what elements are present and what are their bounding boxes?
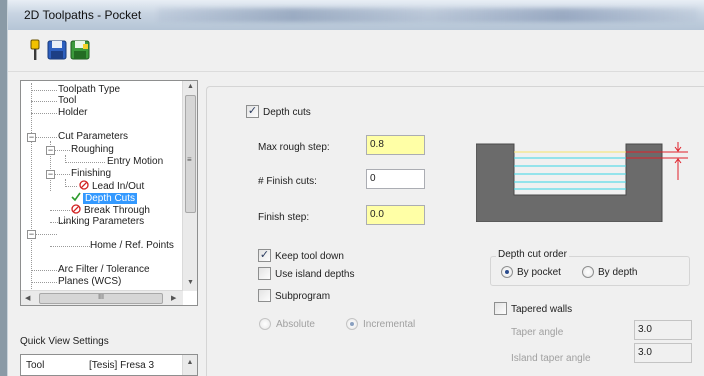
tree-item-roughing[interactable]: Roughing [71,144,114,156]
tree-item-label: Lead In/Out [92,181,145,192]
keep-tool-down-label: Keep tool down [275,251,344,262]
tree-item-planes[interactable]: Planes (WCS) [58,276,121,288]
quick-view-key: Tool [26,360,45,371]
finish-cuts-input[interactable]: 0 [366,169,425,189]
subprogram-checkbox[interactable] [258,289,271,302]
title-bar: 2D Toolpaths - Pocket [8,0,704,30]
quick-view-title: Quick View Settings [20,336,109,347]
tree-item-cut-parameters[interactable]: Cut Parameters [58,131,128,143]
toolpath-pin-icon[interactable] [24,38,46,62]
incremental-label: Incremental [363,319,416,330]
tree-connector [65,186,77,187]
disabled-circle-icon [71,204,81,214]
by-depth-label: By depth [598,267,638,278]
tree-item-linking-parameters[interactable]: Linking Parameters [58,216,144,228]
tree-item-lead-in-out[interactable]: Lead In/Out [79,180,144,192]
tree-connector [65,162,105,163]
taper-angle-input[interactable]: 3.0 [634,320,692,340]
depth-cuts-panel: ✓ Depth cuts Max rough step: 0.8 # Finis… [204,72,704,376]
island-taper-angle-input[interactable]: 3.0 [634,343,692,363]
tree-connector [31,282,57,283]
by-depth-radio[interactable] [582,266,594,278]
scroll-grip: III [98,294,104,301]
subprogram-label: Subprogram [275,291,331,302]
depth-cuts-label: Depth cuts [263,107,311,118]
quick-view-value: [Tesis] Fresa 3 [89,360,155,371]
tree-connector [31,113,57,114]
tree-item-tool[interactable]: Tool [58,95,76,107]
tree-connector [31,270,57,271]
toolbar [8,30,704,72]
scroll-left-icon[interactable]: ◀ [25,294,30,302]
tree-item-break-through[interactable]: Break Through [71,204,150,216]
tree-connector [31,101,57,102]
finish-step-label: Finish step: [258,212,310,223]
use-island-depths-label: Use island depths [275,269,355,280]
tree-horizontal-scrollbar[interactable]: ◀ III ▶ [21,290,183,305]
depth-cuts-groupbox [206,86,704,376]
scroll-up-icon[interactable]: ▲ [182,355,197,375]
max-rough-step-label: Max rough step: [258,142,330,153]
island-taper-angle-label: Island taper angle [511,353,591,364]
max-rough-step-input[interactable]: 0.8 [366,135,425,155]
tree-item-entry-motion[interactable]: Entry Motion [107,156,163,168]
tree-item-depth-cuts[interactable]: Depth Cuts [71,192,138,204]
scroll-grip-icon: ≡ [187,155,192,164]
depth-cuts-diagram [475,142,688,223]
tree-connector [31,83,32,293]
finish-step-input[interactable]: 0.0 [366,205,425,225]
parameter-tree: − − − − Toolpath Type Tool Holder Cut Pa… [20,80,198,306]
tree-vertical-scrollbar[interactable]: ▲ ≡ ▼ [182,81,197,291]
tree-item-arc-filter[interactable]: Arc Filter / Tolerance [58,264,150,276]
tree-connector [31,90,57,91]
tree-item-holder[interactable]: Holder [58,107,87,119]
window-left-edge [0,0,8,376]
use-island-depths-checkbox[interactable] [258,267,271,280]
pocket-depth-diagram [475,142,688,223]
quick-view-list: Tool [Tesis] Fresa 3 ▲ [20,354,198,376]
scroll-down-icon[interactable]: ▼ [187,279,194,286]
window-title: 2D Toolpaths - Pocket [24,8,142,22]
scroll-right-icon[interactable]: ▶ [171,294,176,302]
checkmark-icon [71,192,81,202]
tree-item-label: Depth Cuts [83,193,138,204]
left-pane: − − − − Toolpath Type Tool Holder Cut Pa… [8,72,204,376]
depth-cut-order-title: Depth cut order [496,249,569,260]
tree-collapse-toggle[interactable]: − [27,230,36,239]
tree-collapse-toggle[interactable]: − [27,133,36,142]
title-bar-background [158,8,698,22]
scroll-thumb[interactable]: III [39,293,163,304]
tree-item-label: Break Through [84,205,150,216]
tree-item-home-ref-points[interactable]: Home / Ref. Points [90,240,174,252]
save-icon[interactable] [46,38,68,62]
tree-connector [50,246,90,247]
keep-tool-down-checkbox[interactable]: ✓ [258,249,271,262]
finish-cuts-label: # Finish cuts: [258,176,317,187]
tree-connector [50,210,70,211]
save-as-icon[interactable] [69,38,91,62]
tree-collapse-toggle[interactable]: − [46,146,55,155]
taper-angle-label: Taper angle [511,327,564,338]
tapered-walls-label: Tapered walls [511,304,573,315]
tapered-walls-checkbox[interactable] [494,302,507,315]
tree-item-finishing[interactable]: Finishing [71,168,111,180]
incremental-radio[interactable] [346,318,358,330]
scroll-thumb[interactable] [185,95,196,213]
by-pocket-radio[interactable] [501,266,513,278]
absolute-label: Absolute [276,319,315,330]
by-pocket-label: By pocket [517,267,561,278]
scroll-up-icon[interactable]: ▲ [187,83,194,90]
tree-collapse-toggle[interactable]: − [46,170,55,179]
absolute-radio[interactable] [259,318,271,330]
depth-cuts-checkbox[interactable]: ✓ [246,105,259,118]
disabled-circle-icon [79,180,89,190]
